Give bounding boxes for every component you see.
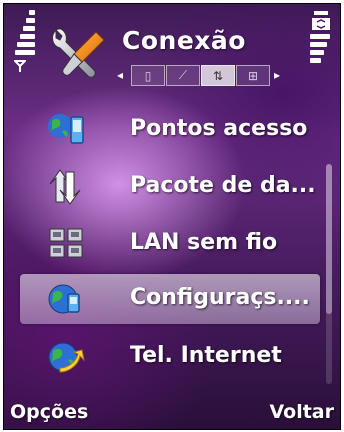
menu-item-tel-internet[interactable]: Tel. Internet (20, 332, 320, 382)
page-title: Conexão (122, 26, 246, 55)
scrollbar[interactable] (326, 164, 332, 384)
tab-data-transfer[interactable]: ⇅ (201, 65, 235, 86)
internet-tel-icon (48, 342, 85, 373)
phone-tab-icon: ▯ (144, 68, 152, 83)
config-globe-icon (48, 284, 80, 314)
wrench-tools-icon (52, 28, 105, 78)
tab-phone[interactable]: ▯ (131, 65, 165, 86)
battery-level-icon (310, 10, 332, 70)
back-softkey[interactable]: Voltar (269, 401, 334, 423)
menu-item-label: Configuraçs.... (130, 285, 310, 310)
options-softkey[interactable]: Opções (10, 401, 88, 423)
tab-network[interactable]: ⊞ (236, 65, 270, 86)
packet-data-icon (49, 169, 81, 205)
data-connection-icon (312, 11, 330, 30)
signal-strength-icon (13, 10, 35, 72)
tab-right-arrow-icon[interactable]: ▸ (274, 68, 280, 82)
tab-left-arrow-icon[interactable]: ◂ (117, 68, 123, 82)
tab-link[interactable]: ⟋ (166, 65, 200, 86)
menu-item-label: LAN sem fio (130, 230, 278, 255)
menu-item-pontos-acesso[interactable]: Pontos acesso (20, 105, 320, 155)
tab-bar: ◂ ▯ ⟋ ⇅ ⊞ ▸ (117, 64, 317, 86)
data-transfer-tab-icon: ⇅ (212, 68, 224, 83)
menu-item-lan-sem-fio[interactable]: LAN sem fio (20, 219, 320, 269)
phone-screen: Conexão ◂ ▯ ⟋ ⇅ ⊞ ▸ Pontos acesso Pacote… (3, 3, 341, 430)
antenna-icon (14, 60, 26, 72)
wlan-icon (49, 228, 83, 258)
network-tab-icon: ⊞ (247, 68, 259, 83)
access-points-icon (48, 114, 84, 144)
menu-item-configuracoes[interactable]: Configuraçs.... (20, 274, 320, 324)
menu-item-label: Pontos acesso (130, 116, 308, 141)
menu-item-label: Pacote de da... (130, 173, 316, 198)
menu-item-label: Tel. Internet (130, 343, 282, 368)
scrollbar-thumb[interactable] (326, 164, 332, 314)
menu-item-pacote-de-dados[interactable]: Pacote de da... (20, 162, 320, 212)
link-tab-icon: ⟋ (178, 68, 188, 82)
